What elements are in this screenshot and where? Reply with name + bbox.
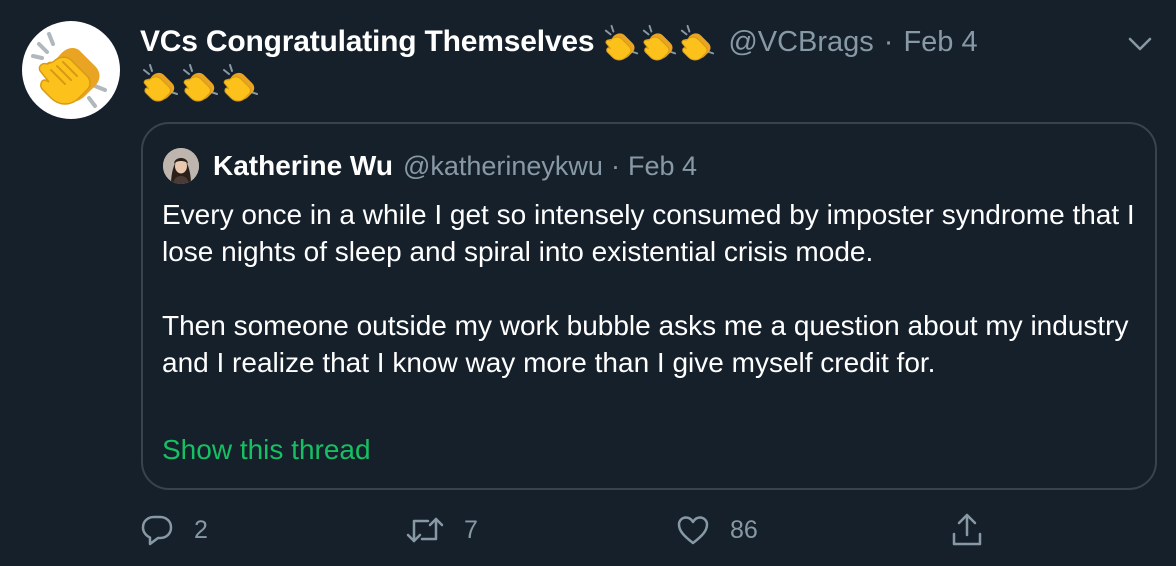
header-separator: · [883,25,894,58]
author-display-name[interactable]: VCs Congratulating Themselves [140,25,595,59]
retweet-icon [406,517,444,543]
clap-emoji-icon [143,64,178,102]
tweet[interactable]: VCs Congratulating Themselves @VCBrags ·… [0,0,1176,566]
quoted-paragraph: Then someone outside my work bubble asks… [162,310,1129,378]
tweet-header: VCs Congratulating Themselves @VCBrags ·… [140,20,978,64]
person-avatar-icon [163,148,199,184]
quoted-author-avatar[interactable] [163,148,199,184]
clap-emoji-icon [605,24,639,61]
quoted-header-separator: · [610,150,620,181]
clap-emoji-icon [643,24,677,61]
like-button[interactable]: 86 [676,508,758,552]
clap-emoji-icon [681,24,715,61]
quoted-tweet-header: Katherine Wu @katherineykwu · Feb 4 [163,148,697,184]
clap-emoji-icon [223,64,258,102]
tweet-actions-bar: 2 7 86 [140,508,1000,552]
show-thread-link[interactable]: Show this thread [162,434,371,466]
reply-icon [141,515,173,546]
heart-icon [677,516,709,545]
quoted-tweet-date: Feb 4 [627,150,697,181]
tweet-date[interactable]: Feb 4 [903,26,977,59]
tweet-body-emoji [140,62,260,102]
share-button[interactable] [950,508,984,552]
name-emoji-group [602,23,716,61]
quoted-tweet-text: Every once in a while I get so intensely… [162,196,1142,381]
quoted-tweet-card[interactable]: Katherine Wu @katherineykwu · Feb 4 Ever… [141,122,1157,490]
clapping-hands-icon [31,32,107,108]
author-handle[interactable]: @VCBrags [728,26,873,59]
share-icon [952,513,982,546]
quoted-paragraph: Every once in a while I get so intensely… [162,199,1135,267]
reply-button[interactable]: 2 [140,508,208,552]
tweet-menu-button[interactable] [1124,28,1156,60]
retweet-button[interactable]: 7 [406,508,478,552]
reply-count: 2 [194,515,208,544]
author-avatar[interactable] [22,21,120,119]
clap-emoji-icon [183,64,218,102]
quoted-author-display-name: Katherine Wu [213,150,393,181]
quoted-author-handle: @katherineykwu [402,150,603,181]
like-count: 86 [730,515,758,544]
chevron-down-icon [1128,37,1152,51]
retweet-count: 7 [464,515,478,544]
